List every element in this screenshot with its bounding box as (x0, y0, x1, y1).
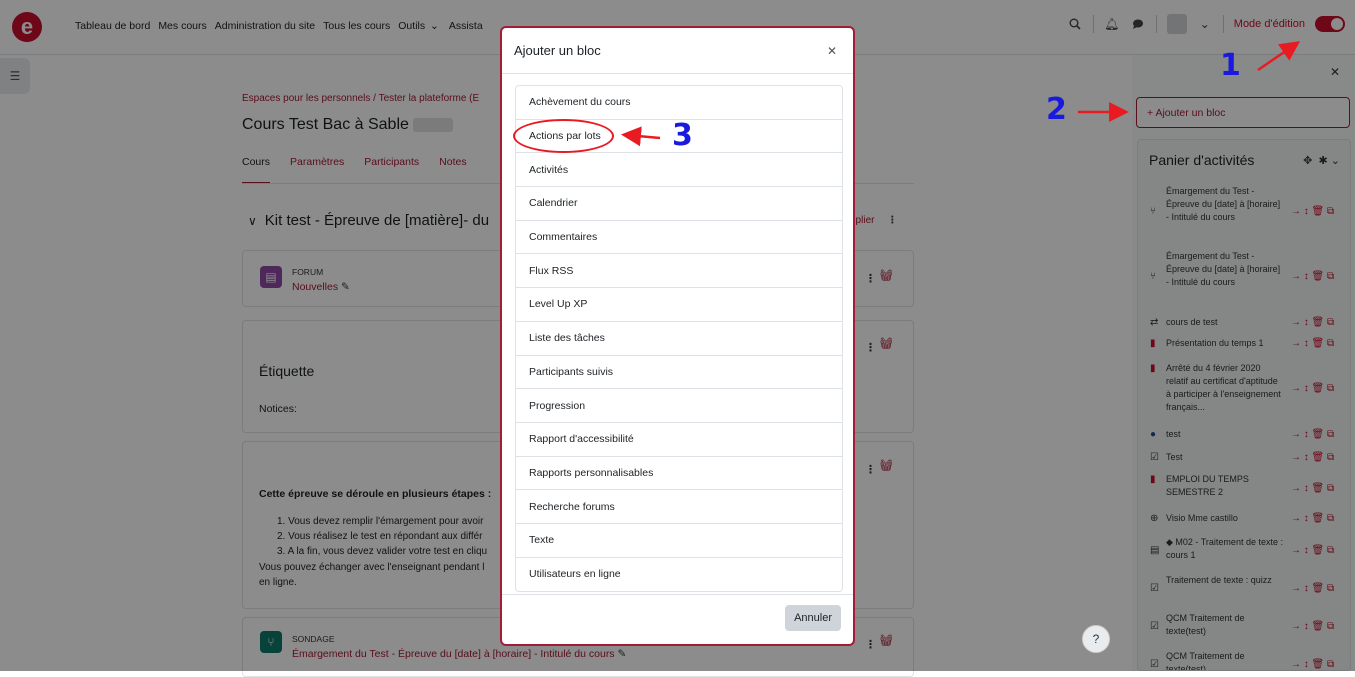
block-option[interactable]: Level Up XP (516, 288, 842, 322)
block-option[interactable]: Progression (516, 389, 842, 423)
block-option[interactable]: Recherche forums (516, 490, 842, 524)
block-option[interactable]: Texte (516, 524, 842, 558)
modal-title: Ajouter un bloc (514, 43, 601, 58)
block-option[interactable]: Activités (516, 153, 842, 188)
block-option[interactable]: Achèvement du cours (516, 86, 842, 120)
block-option[interactable]: Commentaires (516, 221, 842, 255)
block-option[interactable]: Liste des tâches (516, 322, 842, 356)
annotation-number: 3 (672, 118, 693, 153)
block-option[interactable]: Rapport d'accessibilité (516, 423, 842, 457)
annotation-number: 1 (1220, 48, 1241, 83)
block-option[interactable]: Participants suivis (516, 356, 842, 390)
block-option[interactable]: Rapports personnalisables (516, 457, 842, 491)
highlight-ellipse (513, 119, 614, 153)
modal-header: Ajouter un bloc (502, 28, 853, 74)
block-option[interactable]: Utilisateurs en ligne (516, 558, 842, 592)
annotation-number: 2 (1046, 92, 1067, 127)
block-option[interactable]: Flux RSS (516, 254, 842, 289)
block-option[interactable]: Calendrier (516, 187, 842, 221)
help-button[interactable]: ? (1082, 625, 1110, 653)
close-icon[interactable]: ✕ (827, 44, 837, 58)
block-list: Achèvement du cours Actions par lots Act… (515, 85, 843, 593)
modal-footer: Annuler (502, 594, 853, 644)
cancel-button[interactable]: Annuler (785, 605, 841, 631)
